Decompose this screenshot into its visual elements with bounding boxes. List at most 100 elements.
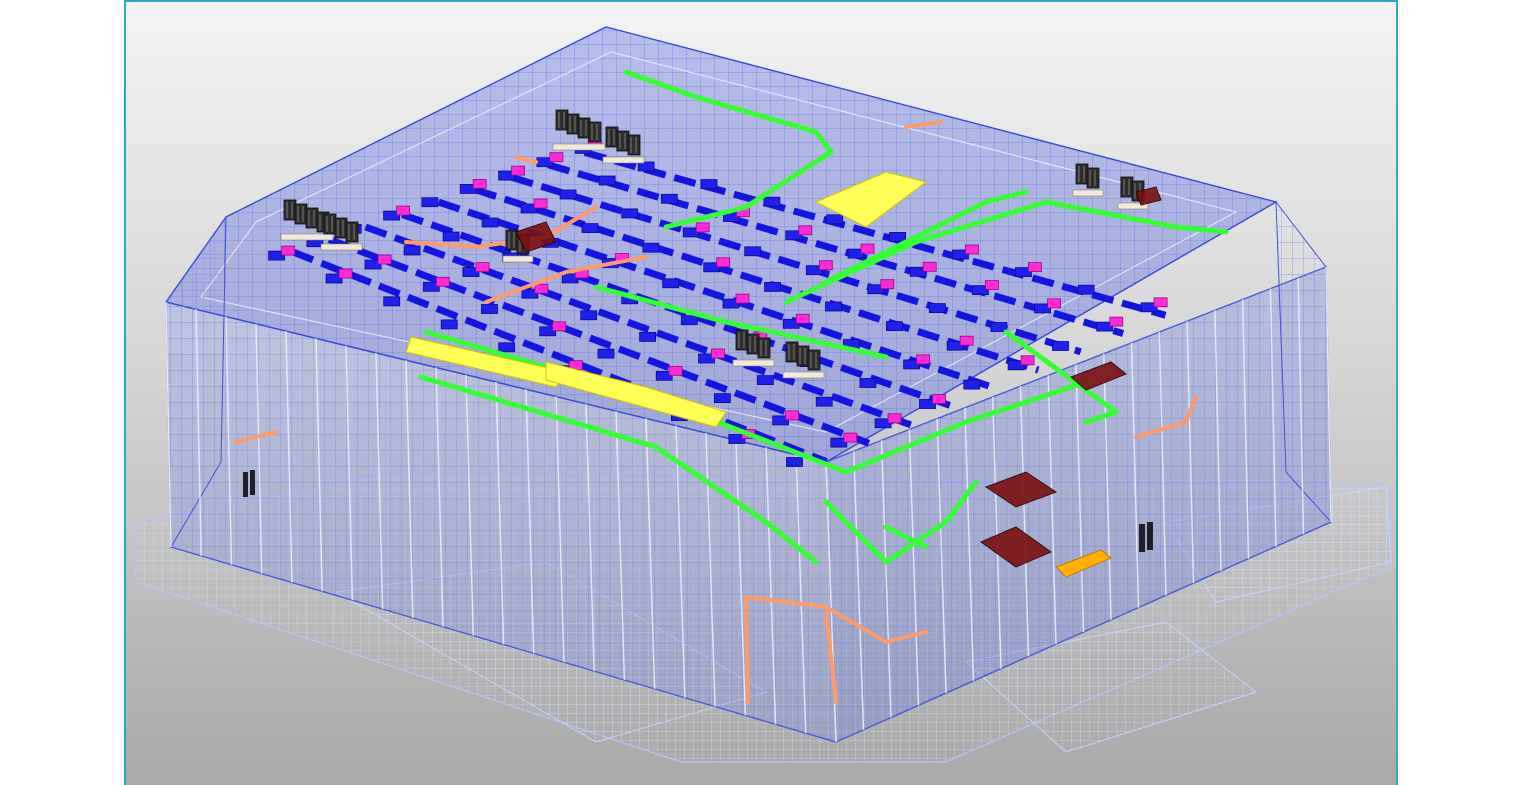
duct-fitting [639,331,656,342]
air-diffuser [1153,297,1168,308]
duct-fitting [637,161,655,172]
rooftop-unit [627,134,641,156]
rooftop-unit [1086,167,1100,189]
duct-fitting [815,396,833,407]
air-diffuser [959,335,974,346]
rooftop-unit [807,349,821,371]
rooftop-unit [616,130,630,152]
duct-fitting [421,197,439,208]
air-diffuser [965,244,979,255]
rooftop-unit [294,203,308,225]
rooftop-unit [746,333,760,355]
duct-fitting [714,393,731,404]
equipment-pad [732,359,775,367]
air-diffuser [795,313,810,324]
rooftop-unit [1120,176,1134,198]
air-diffuser [880,279,895,290]
duct-fitting [383,296,401,307]
rooftop-unit [577,117,591,139]
air-diffuser [668,365,683,376]
equipment-pad [1072,189,1104,197]
duct-fitting [825,301,842,312]
duct-fitting [598,175,616,186]
duct-fitting [763,196,781,207]
air-diffuser [1020,355,1035,366]
rooftop-unit [785,341,799,363]
air-diffuser [534,283,549,294]
duct-fitting [581,223,599,234]
rooftop-unit [345,221,359,243]
air-diffuser [716,257,731,268]
duct-fitting [481,217,499,228]
duct-fitting [642,242,660,253]
air-diffuser [281,245,296,256]
rooftop-unit [796,345,810,367]
equipment-pad [502,255,534,263]
rooftop-unit [323,213,337,235]
rooftop-unit [305,207,319,229]
air-diffuser [735,293,750,304]
duct-fitting [1077,284,1095,295]
air-diffuser [695,222,710,233]
air-diffuser [338,268,353,279]
duct-fitting [764,281,781,292]
duct-fitting [440,319,458,330]
duct-fitting [786,457,803,467]
duct-fitting [859,378,877,388]
rooftop-unit [757,337,771,359]
duct-fitting [1052,341,1069,351]
duct-fitting [662,278,680,289]
equipment-pad [782,371,825,379]
rooftop-unit [1075,163,1089,185]
air-diffuser [843,432,858,443]
duct-fitting [442,231,460,242]
equipment-pad [602,156,645,164]
air-diffuser [860,243,875,254]
equipment-pad [320,243,363,251]
duct-fitting [680,315,698,326]
air-diffuser [472,178,487,189]
duct-fitting [403,245,421,256]
duct-fitting [597,348,615,359]
air-diffuser [887,413,902,424]
duct-fitting [757,375,774,386]
air-diffuser [785,410,799,421]
air-diffuser [511,165,526,176]
air-diffuser [985,280,999,291]
air-diffuser [1047,298,1061,309]
air-diffuser [798,225,813,236]
duct-fitting [700,179,718,190]
air-diffuser [932,394,946,404]
air-diffuser [711,348,725,359]
air-diffuser [377,254,392,265]
air-diffuser [922,261,937,272]
bim-model-wireframe [135,26,1392,763]
equipment-pad [280,233,334,241]
air-diffuser [549,152,564,163]
rooftop-unit [605,126,619,148]
model-viewport-frame [124,0,1398,785]
duct-fitting [886,321,903,332]
equipment-pad [552,143,606,151]
duct-fitting [621,208,639,219]
duct-fitting [744,246,762,257]
air-diffuser [396,205,411,216]
duct-fitting [580,310,598,321]
duct-fitting [481,304,498,314]
air-diffuser [1028,262,1042,273]
air-diffuser [818,260,833,271]
duct-fitting [498,342,516,353]
air-diffuser [435,276,450,287]
rooftop-unit [735,329,749,351]
rooftop-unit [588,121,602,143]
duct-fitting [889,231,906,242]
duct-fitting [660,193,678,204]
air-diffuser [1109,316,1124,327]
air-diffuser [916,354,930,365]
air-diffuser [552,321,567,332]
3d-model-viewport[interactable] [126,2,1396,785]
rooftop-unit [555,109,569,131]
rooftop-unit [283,199,297,221]
air-diffuser [533,198,548,209]
duct-fitting [559,189,577,200]
